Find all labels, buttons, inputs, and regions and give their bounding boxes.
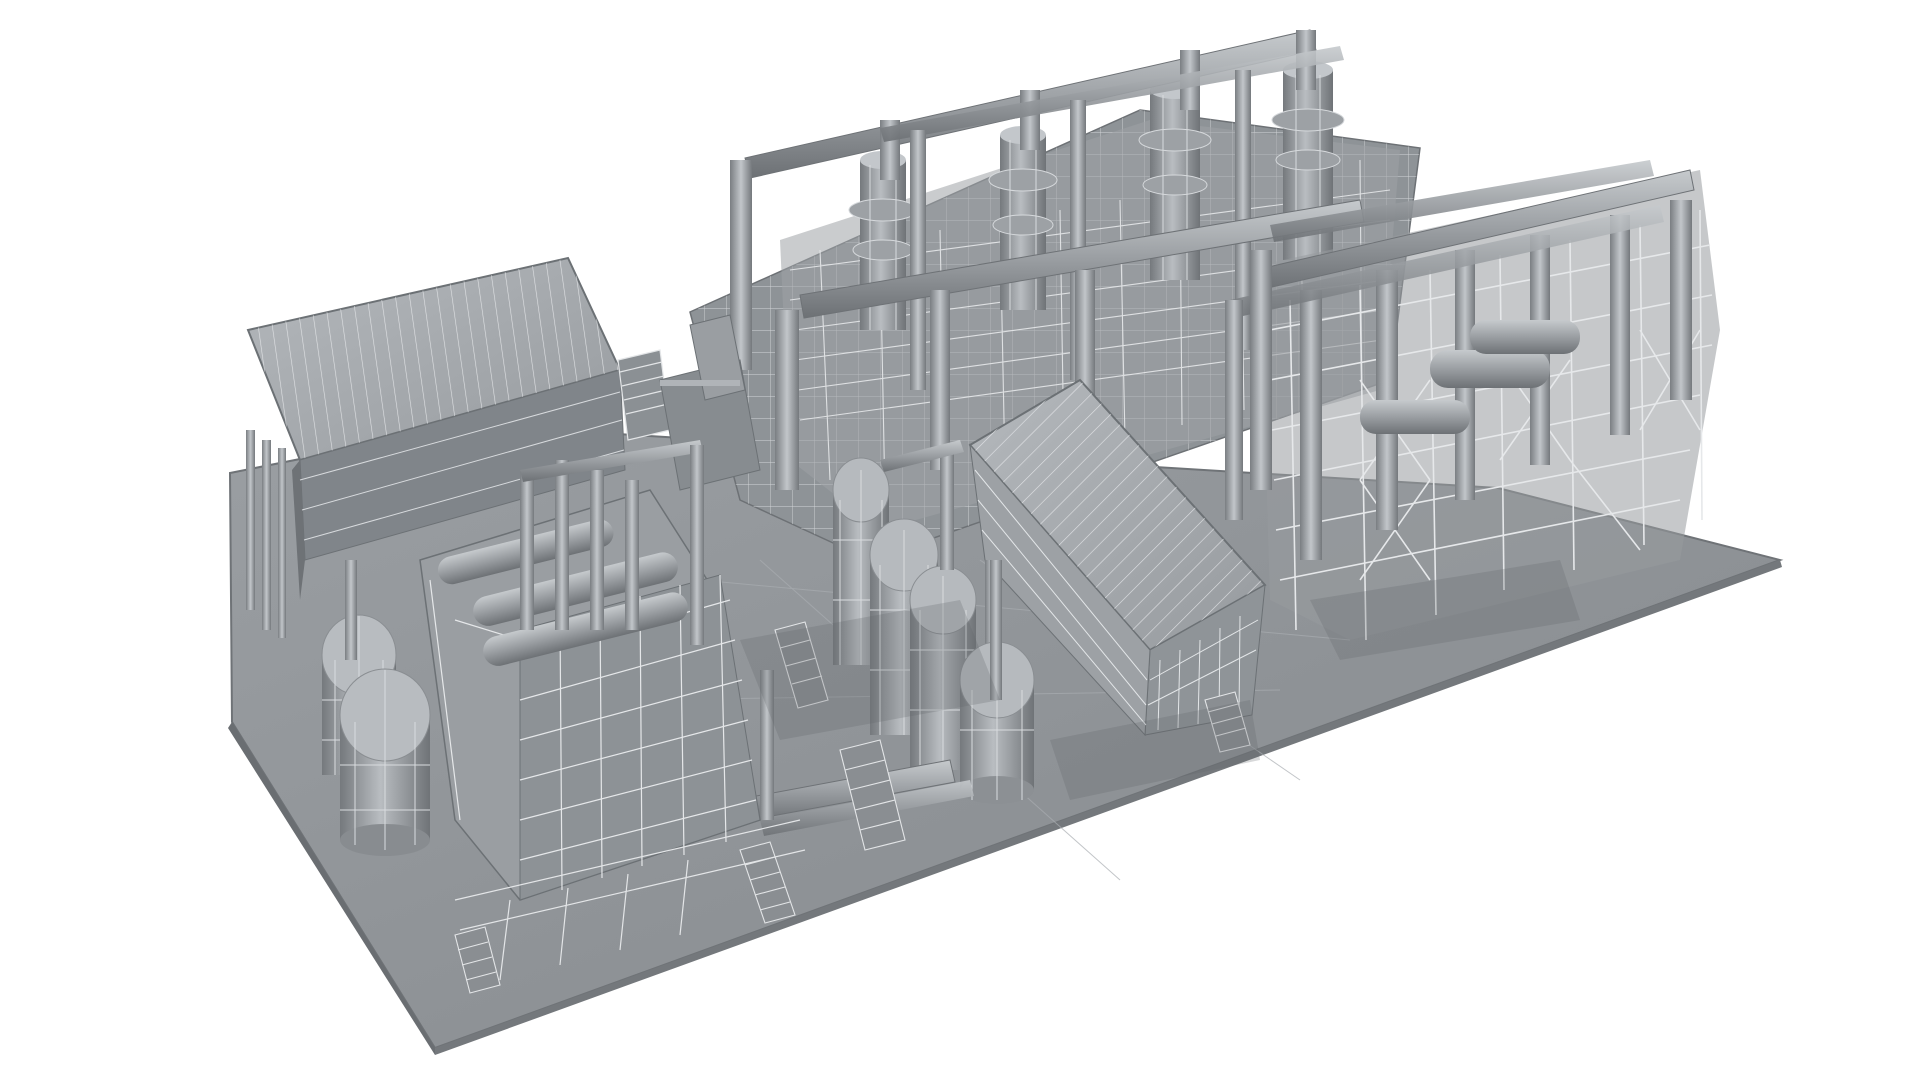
left-tank-lower [339,668,431,856]
shed-side-pipes [246,430,286,638]
shed-stair [617,349,671,441]
plant-render [228,29,1784,1055]
right-steel-frame [1225,160,1720,641]
